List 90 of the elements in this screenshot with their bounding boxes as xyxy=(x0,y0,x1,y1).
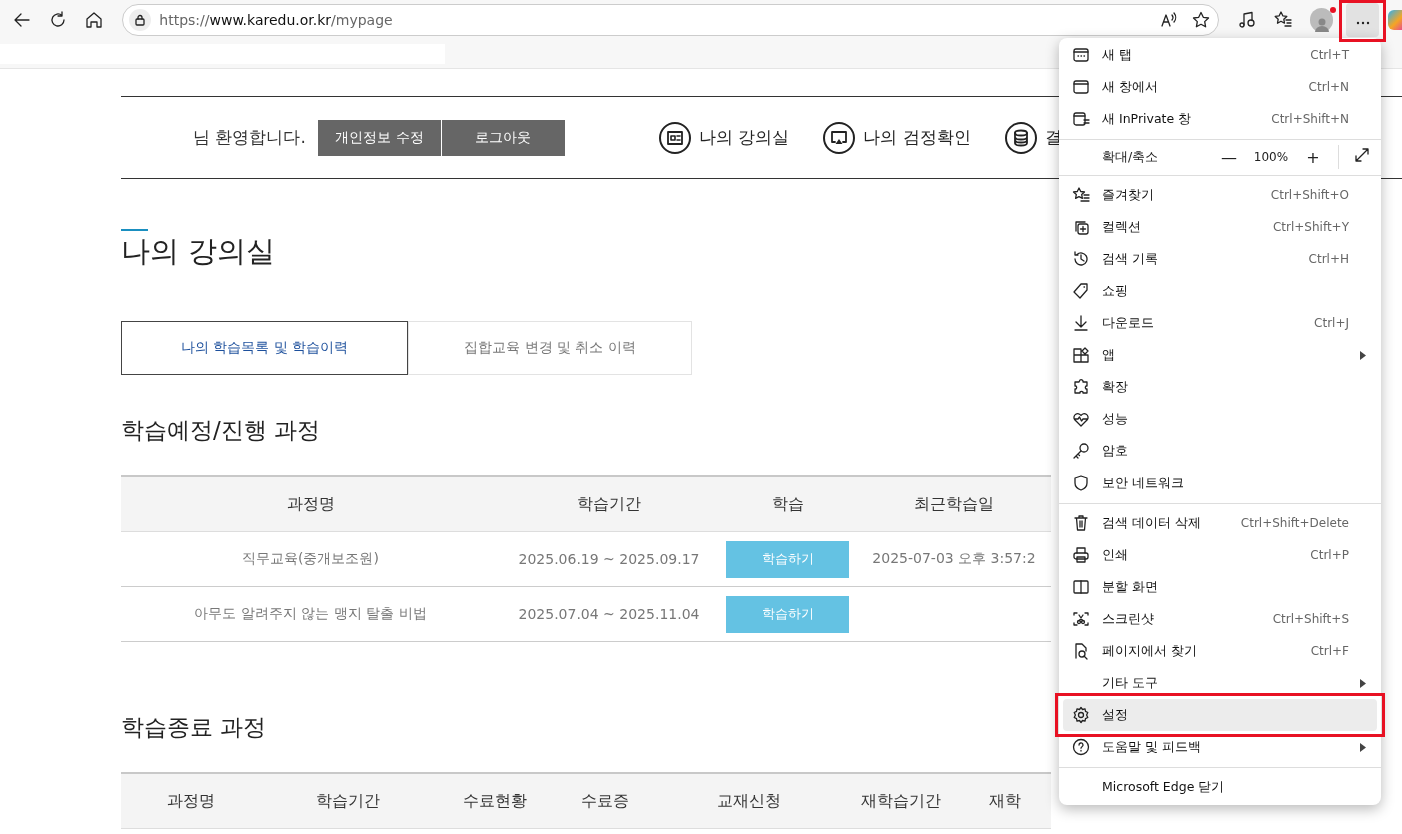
column-header: 학습 xyxy=(770,493,805,515)
logout-button[interactable]: 로그아웃 xyxy=(441,119,565,156)
star-list-icon[interactable] xyxy=(1273,10,1294,30)
zoom-value: 100% xyxy=(1252,150,1290,164)
menu-item[interactable]: 성능 xyxy=(1063,403,1377,435)
zoom-in-button[interactable]: + xyxy=(1298,147,1328,167)
menu-item[interactable]: 보안 네트워크 xyxy=(1063,467,1377,499)
person-icon xyxy=(1313,16,1330,32)
column-header: 수료현황 xyxy=(461,790,528,812)
puzzle-icon xyxy=(1072,378,1090,396)
menu-item[interactable]: 컬렉션 Ctrl+Shift+Y xyxy=(1063,211,1377,243)
read-aloud-icon[interactable] xyxy=(1159,11,1178,29)
colorful-app-icon[interactable] xyxy=(1388,10,1402,30)
column-header: 학습기간 xyxy=(576,493,642,515)
column-header: 재학습기간 xyxy=(860,790,942,812)
tab-icon xyxy=(1072,46,1090,64)
table-cell-text: 아무도 알려주지 않는 맹지 탈출 비법 xyxy=(193,605,428,623)
menu-item[interactable]: 스크린샷 Ctrl+Shift+S xyxy=(1063,603,1377,635)
key-icon xyxy=(1072,442,1090,460)
collection-icon xyxy=(1072,218,1090,236)
window-icon xyxy=(1072,78,1090,96)
table-cell-text: 2025-07-03 오후 3:57:2 xyxy=(871,550,1037,568)
menu-item[interactable]: 새 창에서 Ctrl+N xyxy=(1063,71,1377,103)
zoom-out-button[interactable]: — xyxy=(1214,147,1244,167)
column-header: 과정명 xyxy=(166,790,216,812)
apps-icon xyxy=(1072,346,1090,364)
column-header: 과정명 xyxy=(285,493,336,515)
dots-icon xyxy=(1355,21,1370,25)
table-cell-text: 2025.06.19 ~ 2025.09.17 xyxy=(517,551,701,567)
heartbeat-icon xyxy=(1072,410,1090,428)
help-icon xyxy=(1072,738,1090,756)
column-header: 수료증 xyxy=(580,790,630,812)
menu-item[interactable]: 검색 데이터 삭제 Ctrl+Shift+Delete xyxy=(1063,507,1377,539)
screenshot-icon xyxy=(1072,610,1090,628)
menu-item[interactable]: 설정 xyxy=(1063,699,1377,731)
column-header: 학습기간 xyxy=(314,790,381,812)
home-icon[interactable] xyxy=(84,11,103,29)
star-list-icon xyxy=(1072,186,1090,204)
menu-item[interactable]: 새 InPrivate 창 Ctrl+Shift+N xyxy=(1063,103,1377,135)
menu-item[interactable]: 분할 화면 xyxy=(1063,571,1377,603)
menu-item[interactable]: 쇼핑 xyxy=(1063,275,1377,307)
menu-item[interactable]: 검색 기록 Ctrl+H xyxy=(1063,243,1377,275)
settings-icon xyxy=(1072,706,1090,724)
nav-link[interactable]: 나의 검정확인 xyxy=(823,121,971,154)
table-cell-text: 직무교육(중개보조원) xyxy=(241,550,380,568)
nav-link[interactable]: 나의 강의실 xyxy=(658,121,790,154)
music-note-icon[interactable] xyxy=(1237,11,1256,29)
download-icon xyxy=(1072,314,1090,332)
split-screen-icon xyxy=(1072,578,1090,596)
url-text: https://www.karedu.or.kr/mypage xyxy=(159,12,393,28)
menu-item[interactable]: 기타 도구 xyxy=(1063,667,1377,699)
menu-item[interactable]: Microsoft Edge 닫기 xyxy=(1063,771,1377,803)
menu-item[interactable]: 페이지에서 찾기 Ctrl+F xyxy=(1063,635,1377,667)
coins-circle-icon xyxy=(1004,121,1037,154)
menu-item[interactable]: 다운로드 Ctrl+J xyxy=(1063,307,1377,339)
section-heading: 학습예정/진행 과정 xyxy=(121,416,321,445)
zoom-label: 확대/축소 xyxy=(1102,148,1160,166)
refresh-icon[interactable] xyxy=(48,11,67,29)
tag-icon xyxy=(1072,282,1090,300)
history-icon xyxy=(1072,250,1090,268)
nav-link[interactable]: 결 xyxy=(1004,121,1062,154)
menu-item[interactable]: 확장 xyxy=(1063,371,1377,403)
star-icon[interactable] xyxy=(1191,11,1210,29)
address-field[interactable]: https://www.karedu.or.kr/mypage xyxy=(122,4,1219,36)
tab[interactable]: 집합교육 변경 및 취소 이력 xyxy=(408,321,692,375)
menu-item[interactable]: 즐겨찾기 Ctrl+Shift+O xyxy=(1063,179,1377,211)
private-window-icon xyxy=(1072,110,1090,128)
column-header: 최근학습일 xyxy=(913,493,995,515)
welcome-text: 님 환영합니다. xyxy=(193,126,306,149)
tab[interactable]: 나의 학습목록 및 학습이력 xyxy=(121,321,408,375)
column-header: 교재신청 xyxy=(716,790,782,812)
menu-item[interactable]: 도움말 및 피드백 xyxy=(1063,731,1377,763)
avatar-icon[interactable] xyxy=(1309,8,1334,32)
back-arrow-icon[interactable] xyxy=(12,11,31,29)
table-cell-text: 2025.07.04 ~ 2025.11.04 xyxy=(517,606,701,622)
column-header: 재학 xyxy=(988,790,1022,812)
expand-icon xyxy=(1353,146,1371,164)
printer-icon xyxy=(1072,546,1090,564)
shield-icon xyxy=(1072,474,1090,492)
menu-item[interactable]: 암호 xyxy=(1063,435,1377,467)
menu-item[interactable]: 앱 xyxy=(1063,339,1377,371)
section-heading: 학습종료 과정 xyxy=(121,713,267,742)
edit-profile-button[interactable]: 개인정보 수정 xyxy=(317,119,441,156)
menu-item[interactable]: 인쇄 Ctrl+P xyxy=(1063,539,1377,571)
board-circle-icon xyxy=(658,121,691,154)
find-page-icon xyxy=(1072,642,1090,660)
monitor-circle-icon xyxy=(823,121,856,154)
lock-icon xyxy=(134,14,147,26)
page-title: 나의 강의실 xyxy=(121,233,276,270)
trash-icon xyxy=(1072,514,1090,532)
